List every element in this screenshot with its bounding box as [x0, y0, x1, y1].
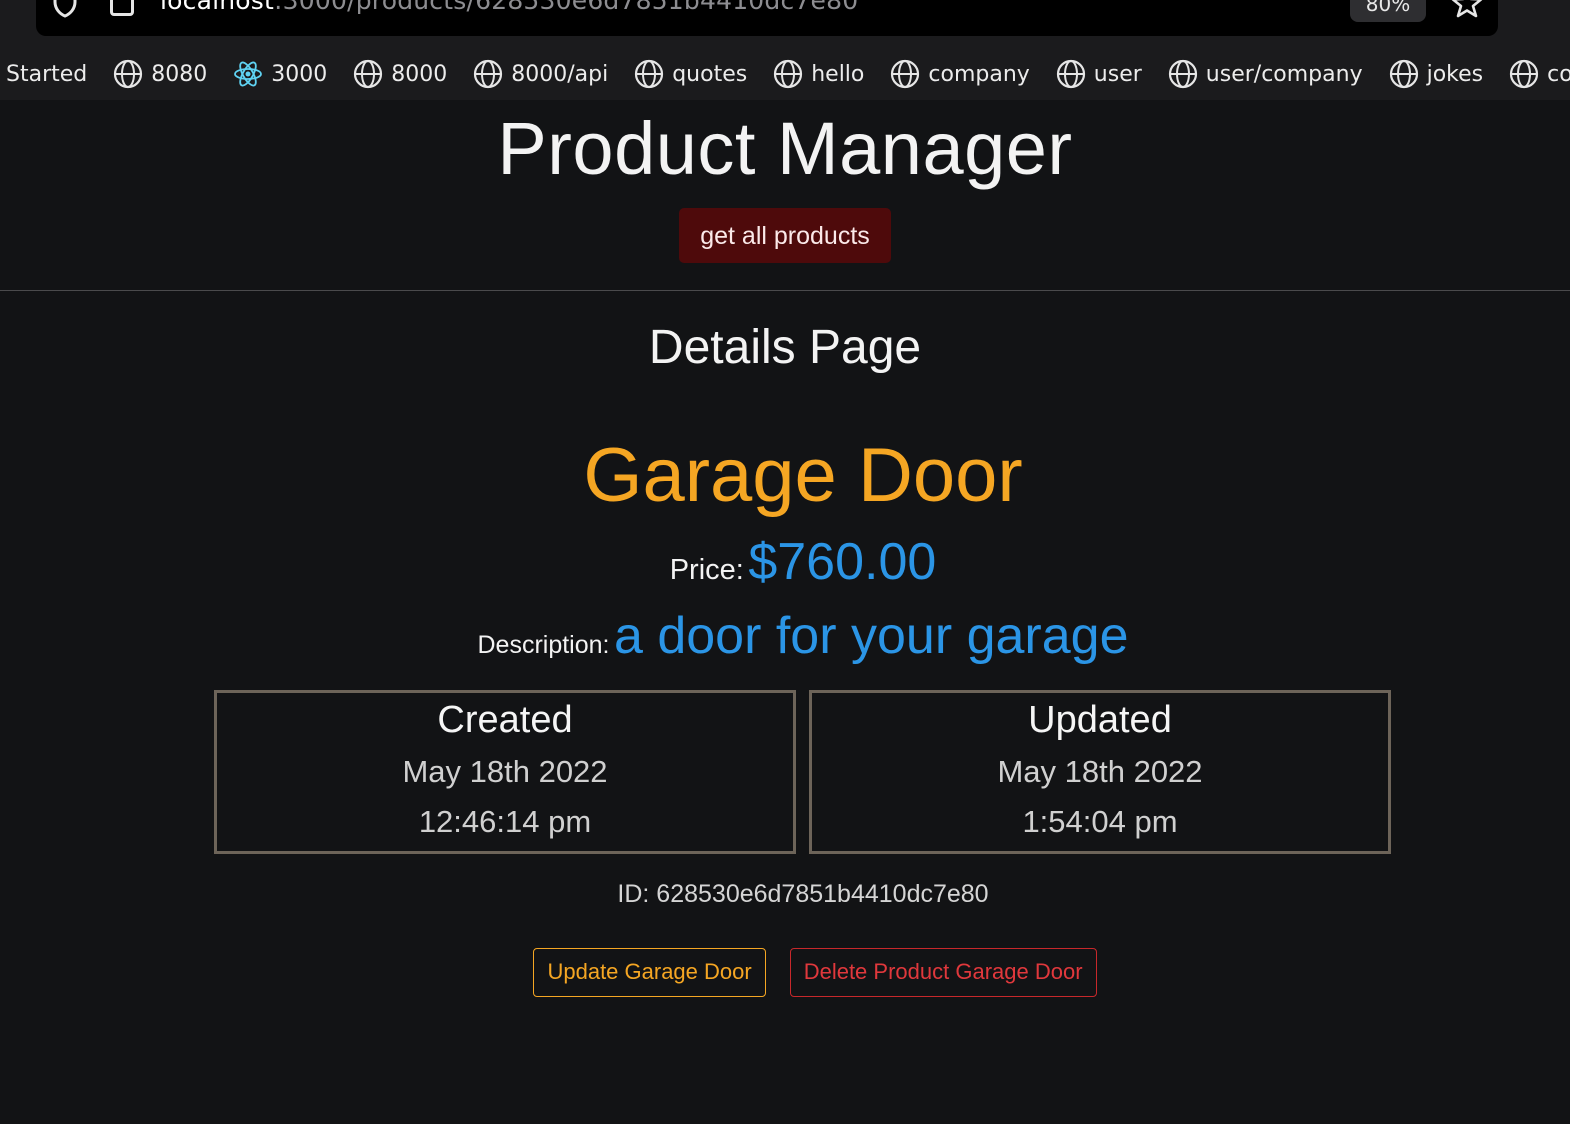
- globe-icon: [774, 59, 803, 89]
- bookmark-3000[interactable]: 3000: [233, 59, 327, 89]
- bookmark-8000-api[interactable]: 8000/api: [473, 59, 608, 89]
- description-row: Description: a door for your garage: [0, 606, 1570, 666]
- updated-date: May 18th 2022: [997, 754, 1203, 789]
- bookmark-user-company[interactable]: user/company: [1168, 59, 1363, 89]
- globe-icon: [635, 59, 664, 89]
- bookmark-label: quotes: [672, 61, 748, 87]
- page-title: Details Page: [648, 321, 922, 374]
- price-row: Price: $760.00: [0, 532, 1570, 592]
- bookmark-label: user: [1093, 61, 1142, 87]
- globe-icon: [1056, 59, 1085, 89]
- bookmarks-bar: Started 8080 3000 8000 8000/api quotes h…: [0, 54, 1570, 94]
- globe-icon: [114, 59, 143, 89]
- bookmark-user[interactable]: user: [1056, 59, 1142, 89]
- description-label: Description:: [477, 631, 610, 659]
- product-name: Garage Door: [583, 433, 1023, 518]
- bookmark-label: hello: [811, 61, 865, 87]
- bookmark-label: 3000: [271, 61, 328, 87]
- created-date: May 18th 2022: [402, 754, 608, 789]
- description-value: a door for your garage: [613, 607, 1129, 665]
- url-text[interactable]: localhost:3000/products/628530e6d7851b44…: [160, 0, 858, 15]
- bookmark-jokes[interactable]: jokes: [1389, 59, 1484, 89]
- bookmark-hello[interactable]: hello: [773, 59, 864, 89]
- product-id: ID: 628530e6d7851b4410dc7e80: [617, 880, 989, 908]
- update-button[interactable]: Update Garage Door: [533, 948, 766, 997]
- bookmark-started[interactable]: Started: [6, 62, 87, 87]
- price-value: $760.00: [748, 533, 937, 591]
- bookmark-star-icon[interactable]: [1450, 0, 1484, 20]
- globe-icon: [354, 59, 383, 89]
- globe-icon: [474, 59, 503, 89]
- bookmark-label: company: [928, 61, 1030, 87]
- app-title: Product Manager: [497, 107, 1073, 190]
- created-heading: Created: [437, 699, 573, 741]
- created-time: 12:46:14 pm: [418, 804, 592, 839]
- app-header: Product Manager get all products: [0, 100, 1570, 263]
- zoom-level[interactable]: 80%: [1350, 0, 1426, 22]
- globe-icon: [1389, 59, 1418, 89]
- updated-time: 1:54:04 pm: [1022, 804, 1178, 839]
- shield-icon[interactable]: [52, 0, 78, 18]
- globe-icon: [1510, 59, 1539, 89]
- globe-icon: [1168, 59, 1197, 89]
- bookmark-quotes[interactable]: quotes: [634, 59, 747, 89]
- bookmark-label: count: [1547, 61, 1570, 87]
- url-host: localhost: [160, 0, 275, 15]
- price-label: Price:: [669, 554, 744, 586]
- created-box: Created May 18th 2022 12:46:14 pm: [214, 690, 796, 854]
- updated-box: Updated May 18th 2022 1:54:04 pm: [809, 690, 1391, 854]
- bookmark-label: Started: [6, 61, 88, 87]
- updated-heading: Updated: [1028, 699, 1172, 741]
- get-all-products-button[interactable]: get all products: [679, 208, 891, 263]
- action-buttons: Update Garage Door Delete Product Garage…: [0, 948, 1570, 997]
- page-icon[interactable]: [110, 0, 134, 16]
- browser-chrome: localhost:3000/products/628530e6d7851b44…: [0, 0, 1570, 100]
- react-icon: [234, 61, 263, 87]
- delete-button[interactable]: Delete Product Garage Door: [789, 948, 1097, 997]
- bookmark-label: 8000: [391, 61, 448, 87]
- url-path: :3000/products/628530e6d7851b4410dc7e80: [274, 0, 859, 15]
- bookmark-label: user/company: [1205, 61, 1363, 87]
- divider: [0, 290, 1570, 291]
- bookmark-label: 8000/api: [511, 61, 609, 87]
- bookmark-count[interactable]: count: [1509, 59, 1570, 89]
- globe-icon: [891, 59, 920, 89]
- bookmark-label: jokes: [1426, 61, 1484, 87]
- bookmark-company[interactable]: company: [890, 59, 1030, 89]
- bookmark-8000[interactable]: 8000: [353, 59, 447, 89]
- bookmark-label: 8080: [151, 61, 208, 87]
- bookmark-8080[interactable]: 8080: [113, 59, 207, 89]
